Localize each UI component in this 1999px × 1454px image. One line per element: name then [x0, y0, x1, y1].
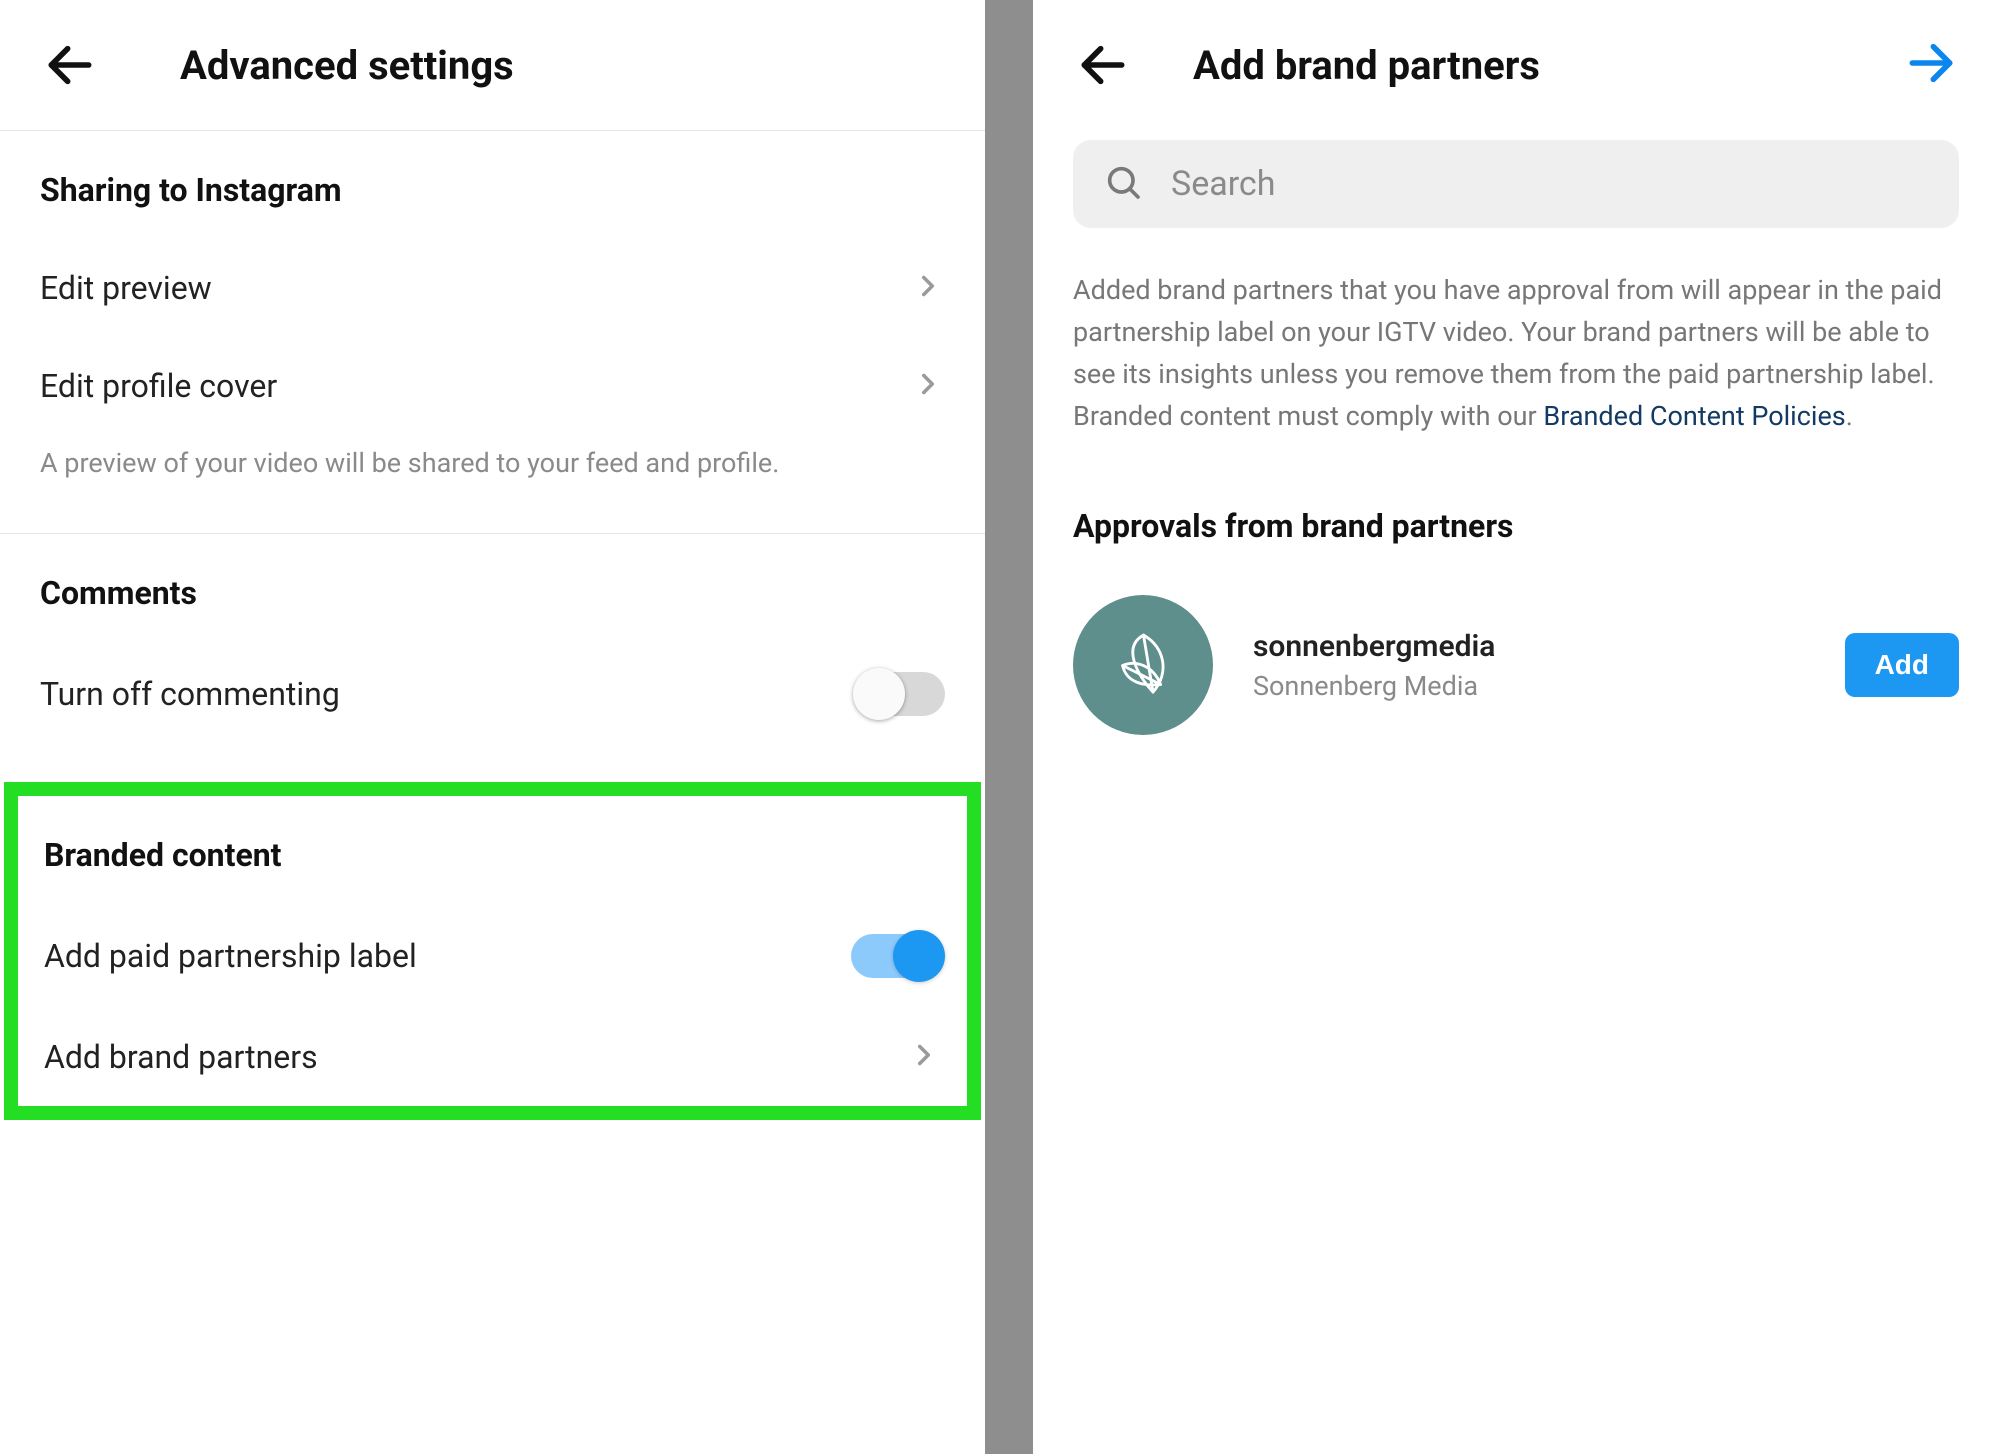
chevron-right-icon — [911, 367, 945, 405]
turn-off-commenting-row[interactable]: Turn off commenting — [0, 642, 985, 746]
chevron-right-icon — [907, 1038, 941, 1076]
back-arrow-icon[interactable] — [40, 35, 100, 95]
back-arrow-icon[interactable] — [1073, 35, 1133, 95]
add-brand-partners-screen: Add brand partners Search Added brand pa… — [1033, 0, 1999, 1454]
add-brand-partners-row[interactable]: Add brand partners — [18, 1008, 967, 1106]
leaf-icon — [1096, 618, 1191, 713]
chevron-right-icon — [911, 269, 945, 307]
header: Advanced settings — [0, 0, 985, 130]
page-title: Add brand partners — [1193, 42, 1540, 89]
branded-content-highlight: Branded content Add paid partnership lab… — [4, 782, 981, 1120]
add-button[interactable]: Add — [1845, 633, 1959, 697]
row-label: Add brand partners — [44, 1038, 318, 1076]
section-branded-title: Branded content — [18, 796, 967, 904]
row-label: Edit profile cover — [40, 367, 277, 405]
info-text: Added brand partners that you have appro… — [1033, 258, 1999, 477]
partner-display-name: Sonnenberg Media — [1253, 670, 1495, 702]
partner-username: sonnenbergmedia — [1253, 629, 1495, 664]
preview-description: A preview of your video will be shared t… — [0, 435, 985, 533]
page-title: Advanced settings — [180, 42, 514, 89]
partner-row: sonnenbergmedia Sonnenberg Media Add — [1033, 575, 1999, 755]
section-comments-title: Comments — [0, 534, 985, 642]
search-placeholder: Search — [1171, 164, 1275, 204]
row-label: Edit preview — [40, 269, 212, 307]
edit-preview-row[interactable]: Edit preview — [0, 239, 985, 337]
search-input[interactable]: Search — [1073, 140, 1959, 228]
section-sharing-title: Sharing to Instagram — [0, 131, 985, 239]
commenting-toggle[interactable] — [855, 672, 945, 716]
paid-partnership-toggle[interactable] — [851, 934, 941, 978]
search-icon — [1103, 162, 1143, 206]
forward-arrow-icon[interactable] — [1903, 35, 1959, 95]
row-label: Add paid partnership label — [44, 937, 417, 975]
branded-content-policies-link[interactable]: Branded Content Policies — [1543, 400, 1845, 432]
header: Add brand partners — [1033, 0, 1999, 130]
info-text-dot: . — [1846, 400, 1853, 432]
avatar[interactable] — [1073, 595, 1213, 735]
advanced-settings-screen: Advanced settings Sharing to Instagram E… — [0, 0, 985, 1454]
approvals-section-title: Approvals from brand partners — [1033, 477, 1999, 575]
row-label: Turn off commenting — [40, 675, 340, 713]
paid-partnership-row[interactable]: Add paid partnership label — [18, 904, 967, 1008]
edit-profile-cover-row[interactable]: Edit profile cover — [0, 337, 985, 435]
